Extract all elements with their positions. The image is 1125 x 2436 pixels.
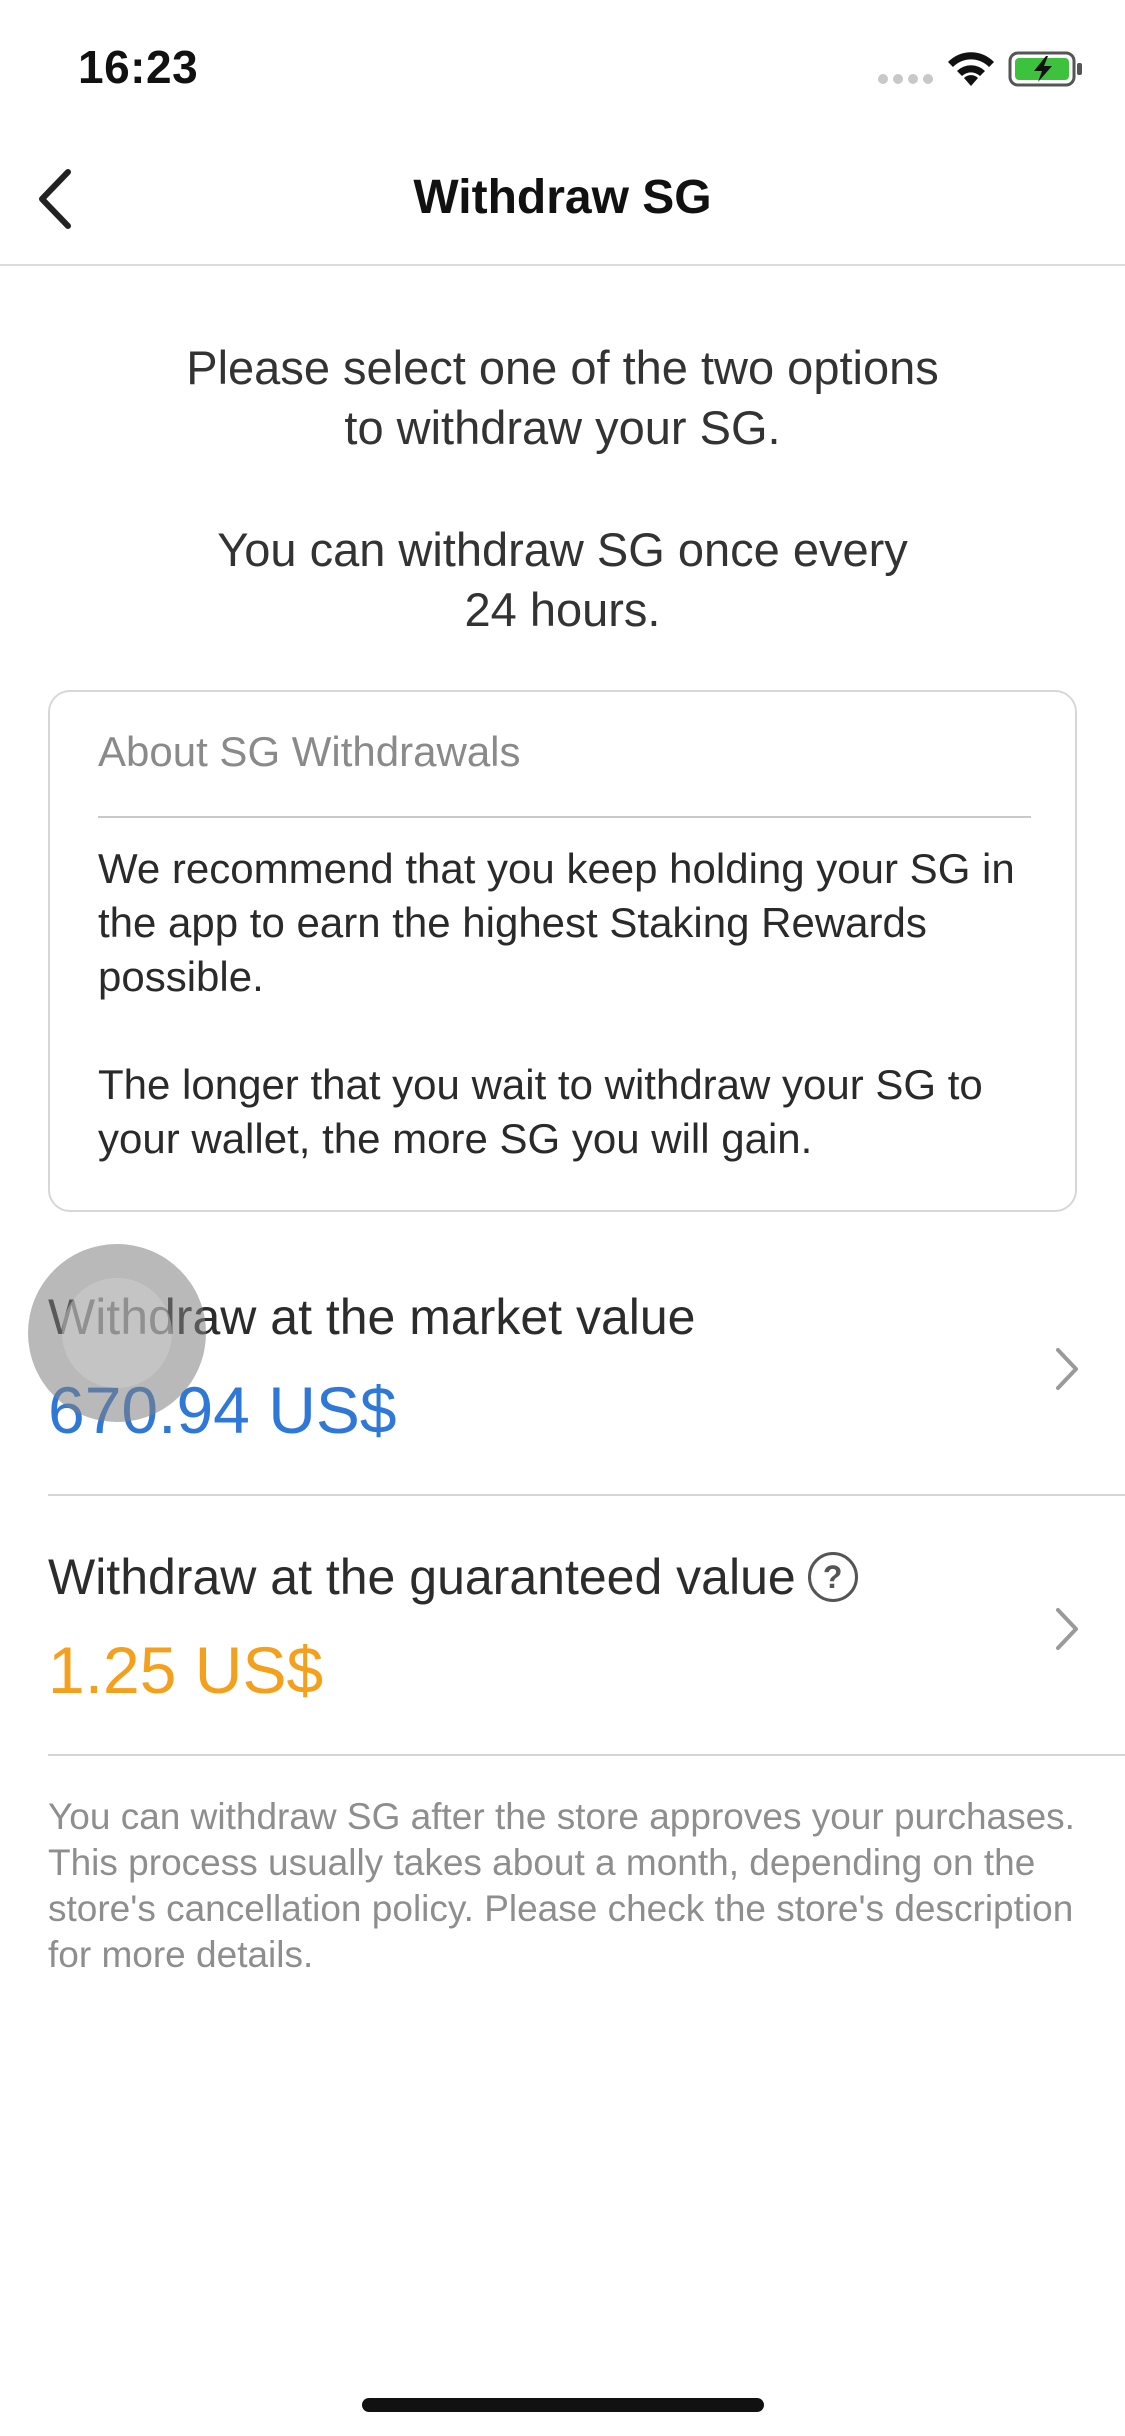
page-title: Withdraw SG	[413, 171, 712, 224]
guaranteed-value-amount: 1.25 US$	[48, 1633, 324, 1707]
withdrawal-approval-footnote: You can withdraw SG after the store appr…	[48, 1796, 1075, 1975]
intro-instruction: Please select one of the two options to …	[186, 341, 939, 454]
status-bar: 16:23	[0, 0, 1125, 132]
chevron-right-icon	[1056, 1608, 1078, 1650]
guaranteed-value-label: Withdraw at the guaranteed value	[48, 1549, 796, 1605]
option-label: Withdraw at the guaranteed value ?	[48, 1548, 858, 1606]
touch-indicator	[28, 1244, 206, 1422]
about-paragraph-recommendation: We recommend that you keep holding your …	[98, 845, 1015, 1000]
about-paragraph-gain: The longer that you wait to withdraw you…	[98, 1061, 983, 1162]
withdraw-guaranteed-value-option[interactable]: Withdraw at the guaranteed value ? 1.25 …	[0, 1496, 1125, 1756]
row-divider	[48, 1754, 1125, 1756]
chevron-right-icon	[1056, 1348, 1078, 1390]
withdraw-frequency-note: You can withdraw SG once every 24 hours.	[217, 523, 908, 636]
navigation-bar: Withdraw SG	[0, 132, 1125, 266]
home-indicator[interactable]	[362, 2398, 764, 2412]
wifi-icon	[948, 52, 994, 86]
about-withdrawals-card: About SG Withdrawals We recommend that y…	[48, 690, 1077, 1212]
battery-charging-icon	[1008, 51, 1082, 87]
status-time: 16:23	[78, 41, 199, 93]
about-card-divider	[98, 816, 1031, 818]
help-question-icon[interactable]: ?	[807, 1552, 858, 1602]
signal-dots-icon	[878, 74, 934, 84]
about-card-body: We recommend that you keep holding your …	[98, 842, 1058, 1166]
about-card-title: About SG Withdrawals	[98, 728, 521, 775]
